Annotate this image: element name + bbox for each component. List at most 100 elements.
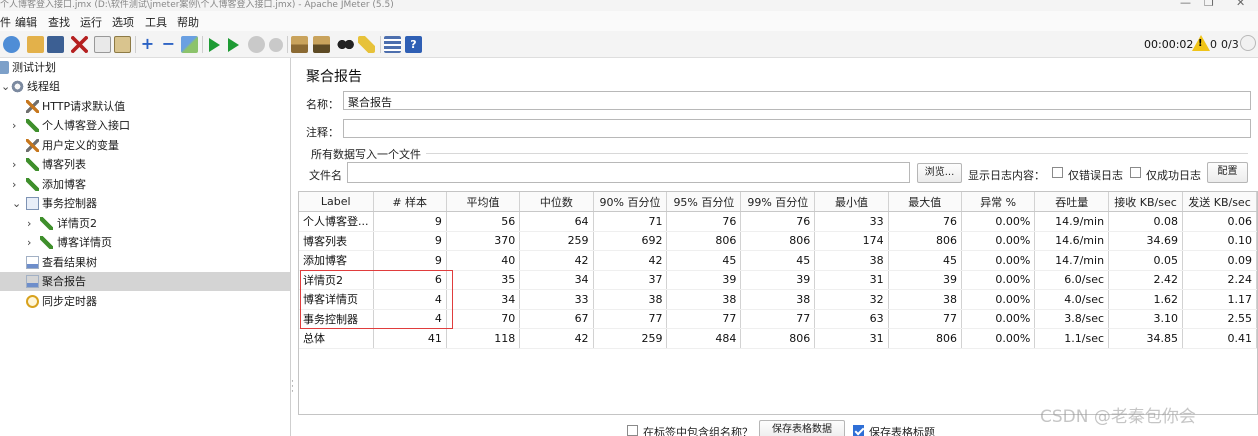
menu-search[interactable]: 查找 bbox=[48, 14, 70, 30]
column-header[interactable]: 发送 KB/sec bbox=[1182, 192, 1257, 212]
clear-icon[interactable] bbox=[291, 36, 308, 53]
tree-node-transaction-controller[interactable]: ⌄ 事务控制器 bbox=[0, 194, 290, 213]
table-cell: 76 bbox=[740, 211, 816, 232]
table-row[interactable]: 个人博客登... 9 56 64 71 76 76 33 76 0.00% 14.9/min 0.08… bbox=[299, 211, 1257, 232]
table-row[interactable]: 博客列表 9 370 259 692 806 806 174 806 0.00% 14.6/min 3… bbox=[299, 231, 1257, 251]
cut-icon[interactable] bbox=[71, 36, 88, 53]
tree-node-login-sampler[interactable]: › 个人博客登入接口 bbox=[0, 116, 290, 135]
column-header[interactable]: 最大值 bbox=[888, 192, 962, 212]
table-cell: 484 bbox=[666, 328, 742, 349]
column-header[interactable]: 接收 KB/sec bbox=[1108, 192, 1183, 212]
menu-help[interactable]: 帮助 bbox=[177, 14, 199, 30]
menu-run[interactable]: 运行 bbox=[80, 14, 102, 30]
column-header[interactable]: 中位数 bbox=[519, 192, 594, 212]
column-header[interactable]: # 样本 bbox=[373, 192, 447, 212]
reset-search-icon[interactable] bbox=[358, 36, 375, 53]
close-icon[interactable]: ✕ bbox=[1236, 0, 1245, 9]
table-cell: 63 bbox=[814, 309, 889, 329]
table-cell: 39 bbox=[888, 270, 962, 290]
table-row[interactable]: 详情页2 6 35 34 37 39 39 31 39 0.00% 6.0/sec 2.42 2.24 bbox=[299, 270, 1257, 290]
column-header[interactable]: 95% 百分位 bbox=[666, 192, 742, 212]
menu-tools[interactable]: 工具 bbox=[145, 14, 167, 30]
table-cell: 1.62 bbox=[1108, 289, 1183, 310]
errors-only-label: 仅错误日志 bbox=[1068, 169, 1123, 182]
table-row[interactable]: 事务控制器 4 70 67 77 77 77 63 77 0.00% 3.8/sec 3.10 2.55 bbox=[299, 309, 1257, 329]
table-cell: 6 bbox=[373, 270, 447, 290]
minimize-icon[interactable]: — bbox=[1180, 0, 1191, 9]
templates-icon[interactable] bbox=[3, 36, 20, 53]
column-header[interactable]: 吞吐量 bbox=[1034, 192, 1110, 212]
chevron-right-icon[interactable]: › bbox=[12, 175, 16, 194]
restore-icon[interactable]: ❐ bbox=[1204, 0, 1214, 9]
save-table-button[interactable]: 保存表格数据 bbox=[759, 420, 845, 436]
table-cell: 3.10 bbox=[1108, 309, 1183, 329]
chevron-right-icon[interactable]: › bbox=[12, 116, 16, 135]
table-row[interactable]: 博客详情页 4 34 33 38 38 38 32 38 0.00% 4.0/sec 1.62 1.17 bbox=[299, 289, 1257, 310]
include-group-name-checkbox[interactable] bbox=[627, 425, 638, 436]
open-icon[interactable] bbox=[27, 36, 44, 53]
column-header[interactable]: 90% 百分位 bbox=[593, 192, 668, 212]
browse-button[interactable]: 浏览... bbox=[917, 163, 962, 183]
paste-icon[interactable] bbox=[114, 36, 131, 53]
table-cell: 4.0/sec bbox=[1034, 289, 1110, 310]
collapse-icon[interactable]: − bbox=[160, 36, 177, 53]
help-icon[interactable]: ? bbox=[405, 36, 422, 53]
filename-input[interactable] bbox=[347, 162, 910, 183]
log-content-label: 显示日志内容： bbox=[968, 169, 1045, 182]
column-header[interactable]: 最小值 bbox=[814, 192, 889, 212]
start-no-pause-icon[interactable] bbox=[228, 38, 239, 52]
save-header-checkbox[interactable] bbox=[853, 425, 864, 436]
column-header[interactable]: 99% 百分位 bbox=[740, 192, 816, 212]
toggle-icon[interactable] bbox=[181, 36, 198, 53]
function-helper-icon[interactable] bbox=[384, 36, 401, 53]
tree-node-blog-list[interactable]: › 博客列表 bbox=[0, 155, 290, 174]
table-cell: 174 bbox=[814, 231, 889, 251]
table-cell: 33 bbox=[814, 211, 889, 232]
tree-node-aggregate-report[interactable]: 聚合报告 bbox=[0, 272, 290, 291]
tree-node-test-plan[interactable]: 测试计划 bbox=[0, 58, 290, 77]
menu-options[interactable]: 选项 bbox=[112, 14, 134, 30]
shutdown-icon[interactable] bbox=[269, 38, 283, 52]
warning-icon[interactable]: ! bbox=[1192, 35, 1210, 51]
chevron-right-icon[interactable]: › bbox=[27, 233, 31, 252]
chevron-down-icon[interactable]: ⌄ bbox=[12, 194, 21, 213]
tree-node-detail-page-2[interactable]: › 详情页2 bbox=[0, 214, 290, 233]
stop-icon[interactable] bbox=[248, 36, 265, 53]
column-header[interactable]: Label bbox=[299, 192, 374, 212]
copy-icon[interactable] bbox=[94, 36, 111, 53]
configure-button[interactable]: 配置 bbox=[1207, 162, 1248, 183]
name-field[interactable]: 聚合报告 bbox=[343, 91, 1251, 110]
clear-all-icon[interactable] bbox=[313, 36, 330, 53]
tree-node-thread-group[interactable]: ⌄ 线程组 bbox=[0, 77, 290, 96]
search-icon[interactable] bbox=[337, 36, 354, 53]
table-cell: 2.42 bbox=[1108, 270, 1183, 290]
success-only-checkbox[interactable] bbox=[1130, 167, 1141, 178]
menu-edit[interactable]: 编辑 bbox=[15, 14, 37, 30]
start-icon[interactable] bbox=[209, 38, 220, 52]
tree-node-user-variables[interactable]: 用户定义的变量 bbox=[0, 136, 290, 155]
chevron-right-icon[interactable]: › bbox=[27, 214, 31, 233]
menu-file[interactable]: 件 bbox=[0, 14, 11, 30]
listener-icon bbox=[26, 275, 39, 288]
comment-field[interactable] bbox=[343, 119, 1251, 138]
errors-only-checkbox[interactable] bbox=[1052, 167, 1063, 178]
warning-count: 0 bbox=[1210, 38, 1217, 51]
aggregate-table[interactable]: Label # 样本 平均值 中位数 90% 百分位 95% 百分位 99% 百… bbox=[298, 191, 1258, 415]
save-icon[interactable] bbox=[47, 36, 64, 53]
chevron-down-icon[interactable]: ⌄ bbox=[1, 77, 10, 96]
table-cell: 806 bbox=[888, 328, 962, 349]
row-label-cell: 博客列表 bbox=[299, 231, 374, 251]
table-row[interactable]: 总体 41 118 42 259 484 806 31 806 0.00% 1.1/sec 34.85… bbox=[299, 328, 1257, 349]
split-pane-handle[interactable]: · · · bbox=[291, 378, 295, 397]
table-row[interactable]: 添加博客 9 40 42 42 45 45 38 45 0.00% 14.7/min 0.05 0.09 bbox=[299, 250, 1257, 271]
table-cell: 0.00% bbox=[961, 250, 1036, 271]
tree-node-sync-timer[interactable]: 同步定时器 bbox=[0, 292, 290, 311]
tree-node-add-blog[interactable]: › 添加博客 bbox=[0, 175, 290, 194]
expand-icon[interactable]: + bbox=[139, 36, 156, 53]
chevron-right-icon[interactable]: › bbox=[12, 155, 16, 174]
tree-node-http-defaults[interactable]: HTTP请求默认值 bbox=[0, 97, 290, 116]
column-header[interactable]: 异常 % bbox=[961, 192, 1036, 212]
tree-node-blog-detail[interactable]: › 博客详情页 bbox=[0, 233, 290, 252]
tree-node-results-tree[interactable]: 查看结果树 bbox=[0, 253, 290, 272]
column-header[interactable]: 平均值 bbox=[446, 192, 521, 212]
